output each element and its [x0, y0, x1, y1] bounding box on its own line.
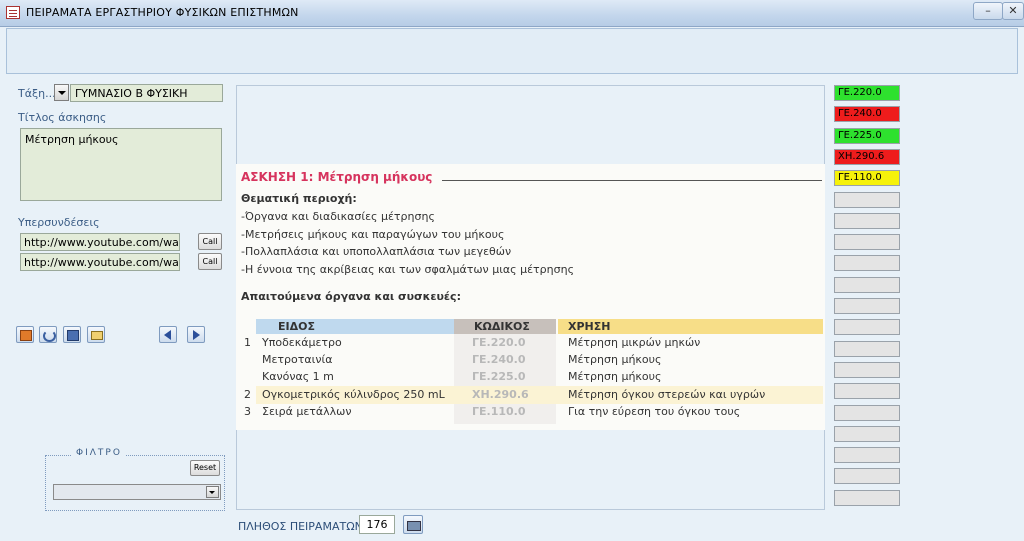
- filter-dropdown-button[interactable]: [206, 486, 219, 498]
- row-kind: Υποδεκάμετρο: [262, 336, 342, 349]
- code-cell[interactable]: [834, 276, 900, 293]
- code-cell[interactable]: ΓΕ.110.0: [834, 170, 900, 187]
- table-row: 3 Σειρά μετάλλων ΓΕ.110.0 Για την εύρεση…: [236, 405, 825, 422]
- code-cell[interactable]: [834, 447, 900, 464]
- minimize-button[interactable]: –: [973, 2, 1003, 20]
- code-cell[interactable]: ΓΕ.220.0: [834, 85, 900, 101]
- filter-label: ΦΙΛΤΡΟ: [72, 448, 126, 458]
- code-cell[interactable]: [834, 425, 900, 442]
- row-num: 3: [244, 405, 251, 418]
- print-button[interactable]: [403, 515, 423, 534]
- code-cell[interactable]: [834, 404, 900, 421]
- header-use: ΧΡΗΣΗ: [568, 320, 611, 333]
- chevron-down-icon: [58, 91, 66, 95]
- exercise-title-field[interactable]: Μέτρηση μήκους: [20, 128, 222, 201]
- code-cell[interactable]: ΓΕ.225.0: [834, 127, 900, 144]
- class-field[interactable]: ΓΥΜΝΑΣΙΟ Β ΦΥΣΙΚΗ: [70, 84, 223, 102]
- next-record-button[interactable]: [187, 326, 205, 343]
- arrow-right-icon: [193, 330, 200, 340]
- links-label: Υπερσυνδέσεις: [18, 216, 100, 229]
- row-code: ΓΕ.220.0: [472, 336, 526, 349]
- undo-button[interactable]: [39, 326, 57, 343]
- app-form-icon: [6, 6, 20, 19]
- row-kind: Κανόνας 1 m: [262, 370, 334, 383]
- row-kind: Σειρά μετάλλων: [262, 405, 352, 418]
- header-use-bg: ΧΡΗΣΗ: [558, 319, 823, 334]
- edit-icon: [20, 330, 32, 341]
- bullet-item: -Η έννοια της ακρίβειας και των σφαλμάτω…: [241, 262, 575, 276]
- new-record-icon: [91, 331, 103, 340]
- heading-rule: [442, 180, 822, 181]
- code-cell[interactable]: [834, 191, 900, 208]
- row-num: 1: [244, 336, 251, 349]
- row-code: ΓΕ.225.0: [472, 370, 526, 383]
- save-icon: [67, 330, 79, 341]
- window-title: ΠΕΙΡΑΜΑΤΑ ΕΡΓΑΣΤΗΡΙΟΥ ΦΥΣΙΚΩΝ ΕΠΙΣΤΗΜΩΝ: [26, 6, 299, 19]
- code-cell[interactable]: ΓΕ.240.0: [834, 106, 900, 123]
- count-label: ΠΛΗΘΟΣ ΠΕΙΡΑΜΑΤΩΝ:: [238, 520, 367, 533]
- call-button-2[interactable]: Call: [198, 253, 222, 270]
- bullet-item: -Πολλαπλάσια και υποπολλαπλάσια των μεγε…: [241, 245, 512, 258]
- header-kind: ΕΙΔΟΣ: [278, 320, 315, 333]
- row-kind: Ογκομετρικός κύλινδρος 250 mL: [262, 388, 445, 401]
- bullet-item: -Μετρήσεις μήκους και παραγώγων του μήκο…: [241, 227, 505, 241]
- class-dropdown-button[interactable]: [54, 84, 69, 101]
- row-use: Μέτρηση μήκους: [568, 370, 662, 383]
- table-row: Κανόνας 1 m ΓΕ.225.0 Μέτρηση μήκους: [236, 370, 825, 387]
- area-label: Θεματική περιοχή:: [241, 192, 357, 205]
- chevron-down-icon: [209, 491, 215, 494]
- row-code: ΓΕ.240.0: [472, 353, 526, 366]
- code-cell[interactable]: [834, 234, 900, 251]
- equipment-label: Απαιτούμενα όργανα και συσκευές:: [241, 290, 461, 303]
- row-code: ΓΕ.110.0: [472, 405, 526, 418]
- document-page: ΑΣΚΗΣΗ 1: Μέτρηση μήκους Θεματική περιοχ…: [236, 164, 825, 430]
- header-code: ΚΩΔΙΚΟΣ: [474, 320, 530, 333]
- header-kind-bg: ΕΙΔΟΣ: [256, 319, 454, 334]
- class-label: Τάξη...: [18, 87, 56, 100]
- previous-record-button[interactable]: [159, 326, 177, 343]
- header-code-bg: ΚΩΔΙΚΟΣ: [454, 319, 556, 334]
- code-cell[interactable]: [834, 383, 900, 400]
- row-use: Μέτρηση μήκους: [568, 353, 662, 366]
- edit-record-button[interactable]: [16, 326, 34, 343]
- code-cell[interactable]: [834, 319, 900, 336]
- row-use: Για την εύρεση του όγκου τους: [568, 405, 741, 418]
- link-field-2[interactable]: http://www.youtube.com/watc: [20, 253, 180, 271]
- row-use: Μέτρηση όγκου στερεών και υγρών: [568, 388, 766, 401]
- count-field: 176: [359, 515, 395, 534]
- bullet-item: -Όργανα και διαδικασίες μέτρησης: [241, 210, 435, 223]
- new-record-button[interactable]: [87, 326, 105, 343]
- undo-icon: [43, 330, 56, 342]
- code-cell[interactable]: [834, 212, 900, 229]
- code-cell[interactable]: [834, 489, 900, 506]
- code-cell[interactable]: [834, 340, 900, 357]
- save-button[interactable]: [63, 326, 81, 343]
- bullet-list: -Όργανα και διαδικασίες μέτρησης -Μετρήσ…: [241, 208, 574, 278]
- title-bar: ΠΕΙΡΑΜΑΤΑ ΕΡΓΑΣΤΗΡΙΟΥ ΦΥΣΙΚΩΝ ΕΠΙΣΤΗΜΩΝ …: [0, 0, 1024, 27]
- code-cell[interactable]: ΧΗ.290.6: [834, 148, 900, 165]
- table-row: Μετροταινία ΓΕ.240.0 Μέτρηση μήκους: [236, 353, 825, 370]
- reset-button[interactable]: Reset: [190, 460, 220, 476]
- row-use: Μέτρηση μικρών μηκών: [568, 336, 701, 349]
- form-header: [6, 28, 1018, 74]
- exercise-heading: ΑΣΚΗΣΗ 1: Μέτρηση μήκους: [241, 170, 433, 184]
- filter-select[interactable]: [53, 484, 221, 500]
- arrow-left-icon: [164, 330, 171, 340]
- link-field-1[interactable]: http://www.youtube.com/watc: [20, 233, 180, 251]
- code-cell[interactable]: [834, 255, 900, 272]
- table-row: 1 Υποδεκάμετρο ΓΕ.220.0 Μέτρηση μικρών μ…: [236, 336, 825, 353]
- table-row: 2 Ογκομετρικός κύλινδρος 250 mL ΧΗ.290.6…: [236, 388, 825, 405]
- close-button[interactable]: ✕: [1002, 2, 1024, 20]
- title-label: Τίτλος άσκησης: [18, 111, 107, 124]
- row-num: 2: [244, 388, 251, 401]
- row-code: ΧΗ.290.6: [472, 388, 529, 401]
- code-cell[interactable]: [834, 468, 900, 485]
- call-button-1[interactable]: Call: [198, 233, 222, 250]
- code-cell[interactable]: [834, 298, 900, 314]
- printer-icon: [407, 521, 421, 531]
- code-cell[interactable]: [834, 361, 900, 378]
- row-kind: Μετροταινία: [262, 353, 333, 366]
